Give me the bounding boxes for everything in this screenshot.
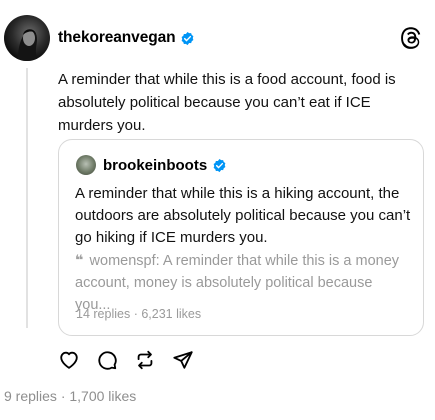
stats-separator: ·	[60, 388, 66, 404]
author-row: thekoreanvegan	[58, 27, 195, 49]
author-avatar[interactable]	[4, 15, 50, 61]
verified-badge-icon	[212, 158, 227, 173]
author-name[interactable]: thekoreanvegan	[58, 29, 176, 47]
quoted-post-text: A reminder that while this is a hiking a…	[75, 185, 411, 246]
replies-count[interactable]: 9 replies	[4, 388, 57, 404]
quote-mark-icon: ❝	[75, 253, 84, 269]
likes-count[interactable]: 1,700 likes	[69, 388, 136, 404]
quoted-post-card[interactable]: brookeinboots A reminder that while this…	[58, 139, 424, 336]
quoted-post-stats: 14 replies · 6,231 likes	[76, 307, 201, 321]
post-stats: 9 replies · 1,700 likes	[4, 388, 136, 404]
share-icon[interactable]	[172, 349, 194, 371]
repost-icon[interactable]	[134, 349, 156, 371]
action-bar	[58, 349, 210, 371]
thread-line	[26, 68, 28, 328]
quoted-replies-count[interactable]: 14 replies	[76, 307, 130, 321]
heart-icon[interactable]	[58, 349, 80, 371]
quoted-author-row: brookeinboots	[103, 154, 227, 176]
nested-quote-text: womenspf: A reminder that while this is …	[75, 253, 400, 313]
comment-icon[interactable]	[96, 349, 118, 371]
post-text: A reminder that while this is a food acc…	[58, 71, 396, 134]
quoted-likes-count[interactable]: 6,231 likes	[141, 307, 201, 321]
quoted-author-avatar[interactable]	[76, 155, 96, 175]
verified-badge-icon	[180, 31, 195, 46]
threads-logo-icon[interactable]	[399, 26, 423, 50]
quoted-author-name[interactable]: brookeinboots	[103, 157, 207, 174]
stats-separator: ·	[133, 307, 138, 321]
